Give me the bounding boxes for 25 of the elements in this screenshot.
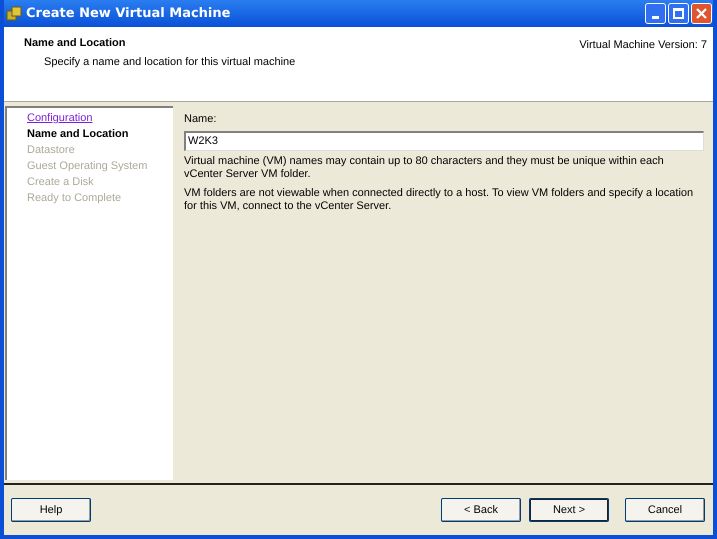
cancel-button[interactable]: Cancel [625, 498, 705, 522]
name-field[interactable]: W2K3 [184, 130, 704, 150]
version-label: Virtual Machine Version: 7 [579, 38, 707, 53]
step-item: Name and Location [27, 127, 130, 142]
minimize-icon [652, 16, 659, 19]
close-button[interactable] [691, 3, 712, 24]
step-item: Ready to Complete [27, 191, 122, 206]
step-item: Datastore [27, 143, 76, 158]
page-description: Specify a name and location for this virtual machine [44, 54, 296, 70]
step-link[interactable]: Configuration [27, 110, 173, 126]
window-title: Create New Virtual Machine [26, 4, 230, 23]
minimize-button[interactable] [645, 3, 666, 24]
maximize-icon [673, 8, 684, 19]
step-item: Create a Disk [27, 175, 95, 190]
help-text: VM folders are not viewable when connected directly to a host. To view VM folders and specify a location for this VM, connect to the vCenter Server. [184, 186, 694, 212]
page-heading: Name and Location [24, 36, 126, 51]
step-item: Guest Operating System [27, 159, 148, 174]
next-button[interactable]: Next > [529, 498, 609, 522]
name-label: Name: [184, 112, 218, 127]
close-icon [696, 8, 707, 19]
maximize-button[interactable] [668, 3, 689, 24]
back-button[interactable]: < Back [441, 498, 521, 522]
help-text: Virtual machine (VM) names may contain up to 80 characters and they must be unique within each vCenter Server VM folder. [184, 154, 665, 180]
app-icon [6, 6, 22, 22]
help-button[interactable]: Help [11, 498, 91, 522]
